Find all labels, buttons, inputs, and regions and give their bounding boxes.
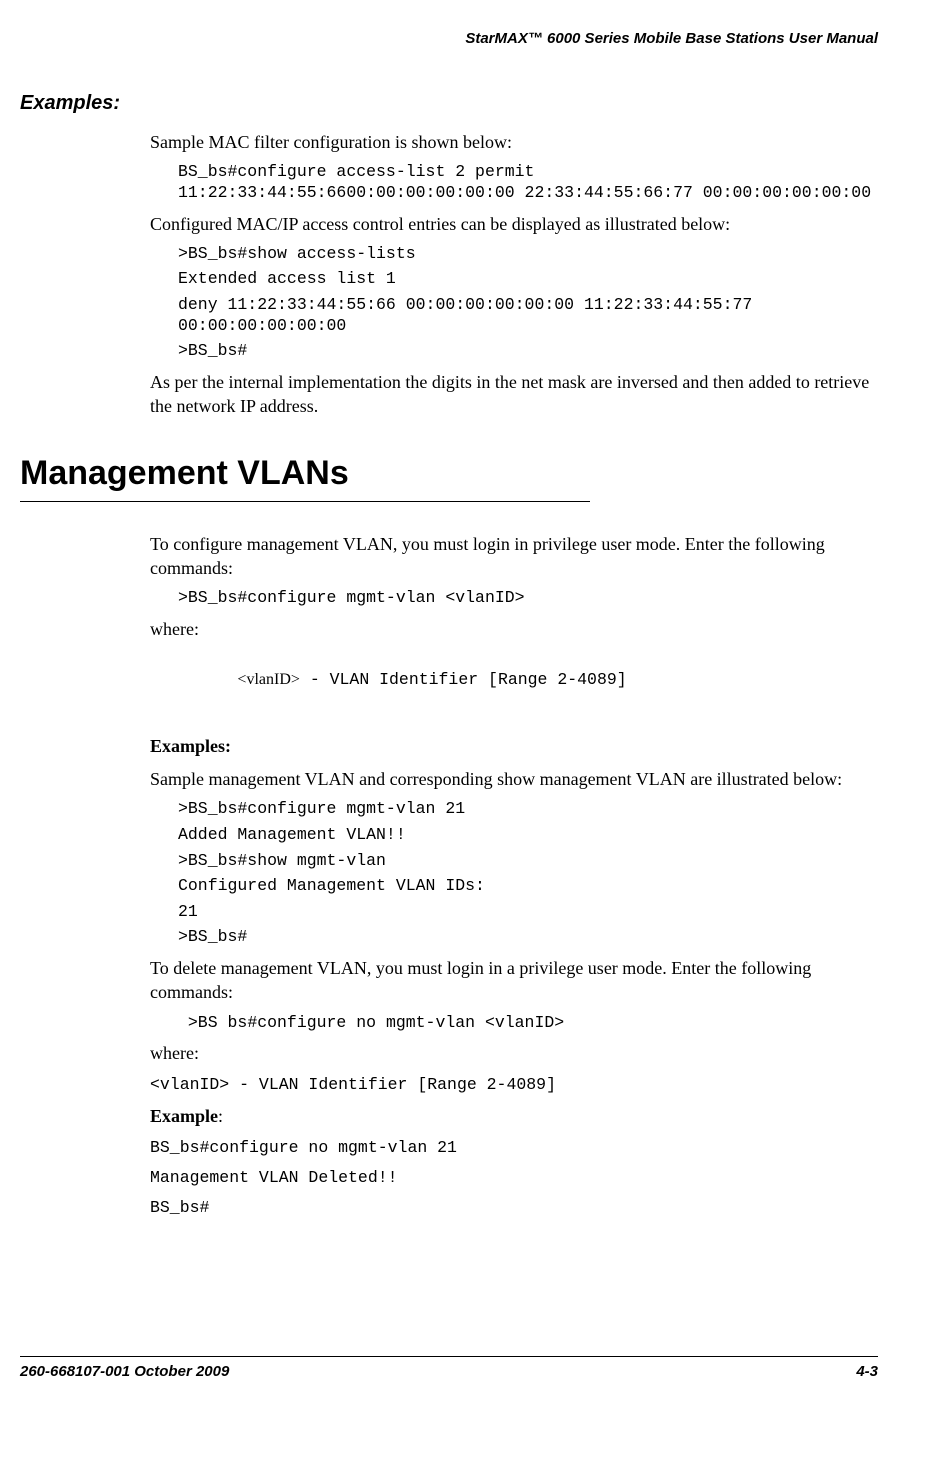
final-l2: Management VLAN Deleted!! <box>150 1167 878 1189</box>
final-l3: BS_bs# <box>150 1197 878 1219</box>
examples-intro: Sample management VLAN and corresponding… <box>150 767 878 791</box>
code-block-1: BS_bs#configure access-list 2 permit 11:… <box>178 162 878 203</box>
param-vlanid: <vlanID> - VLAN Identifier [Range 2-4089… <box>178 649 878 711</box>
param2-line: <vlanID> - VLAN Identifier [Range 2-4089… <box>150 1074 878 1096</box>
ex-l3: >BS_bs#show mgmt-vlan <box>178 851 878 872</box>
examples-heading: Examples: <box>20 92 878 115</box>
code-mgmt-vlan: >BS_bs#configure mgmt-vlan <vlanID> <box>178 588 878 609</box>
final-l1: BS_bs#configure no mgmt-vlan 21 <box>150 1137 878 1159</box>
ex-l5: 21 <box>178 902 878 923</box>
examples-heading-2: Examples: <box>150 736 878 757</box>
section1-para3: As per the internal implementation the d… <box>150 370 878 419</box>
header-title: StarMAX™ 6000 Series Mobile Base Station… <box>465 30 878 47</box>
section-divider <box>20 501 590 502</box>
section2-content: To configure management VLAN, you must l… <box>150 532 878 1220</box>
management-vlans-title: Management VLANs <box>20 454 878 493</box>
delete-code: >BS bs#configure no mgmt-vlan <vlanID> <box>178 1013 878 1034</box>
footer-left: 260-668107-001 October 2009 <box>20 1363 229 1380</box>
page-container: StarMAX™ 6000 Series Mobile Base Station… <box>0 0 938 1400</box>
code-block-2-l3: deny 11:22:33:44:55:66 00:00:00:00:00:00… <box>178 295 878 336</box>
ex-l1: >BS_bs#configure mgmt-vlan 21 <box>178 799 878 820</box>
param-name: <vlanID> <box>237 671 299 688</box>
example-word: Example <box>150 1106 218 1126</box>
ex-l4: Configured Management VLAN IDs: <box>178 876 878 897</box>
page-footer: 260-668107-001 October 2009 4-3 <box>20 1356 878 1380</box>
delete-intro: To delete management VLAN, you must logi… <box>150 956 878 1005</box>
code-block-2-l4: >BS_bs# <box>178 341 878 362</box>
example-colon: : <box>218 1106 223 1126</box>
where-label-2: where: <box>150 1041 878 1065</box>
ex-l2: Added Management VLAN!! <box>178 825 878 846</box>
page-header: StarMAX™ 6000 Series Mobile Base Station… <box>20 30 878 47</box>
code-block-2-l2: Extended access list 1 <box>178 269 878 290</box>
param-desc: - VLAN Identifier [Range 2-4089] <box>310 670 627 689</box>
code-block-2-l1: >BS_bs#show access-lists <box>178 244 878 265</box>
section2-intro: To configure management VLAN, you must l… <box>150 532 878 581</box>
example-heading-single: Example: <box>150 1106 878 1127</box>
section1-content: Sample MAC filter configuration is shown… <box>150 130 878 419</box>
footer-right: 4-3 <box>856 1363 878 1380</box>
where-label: where: <box>150 617 878 641</box>
ex-l6: >BS_bs# <box>178 927 878 948</box>
section1-para2: Configured MAC/IP access control entries… <box>150 212 878 236</box>
section1-intro: Sample MAC filter configuration is shown… <box>150 130 878 154</box>
